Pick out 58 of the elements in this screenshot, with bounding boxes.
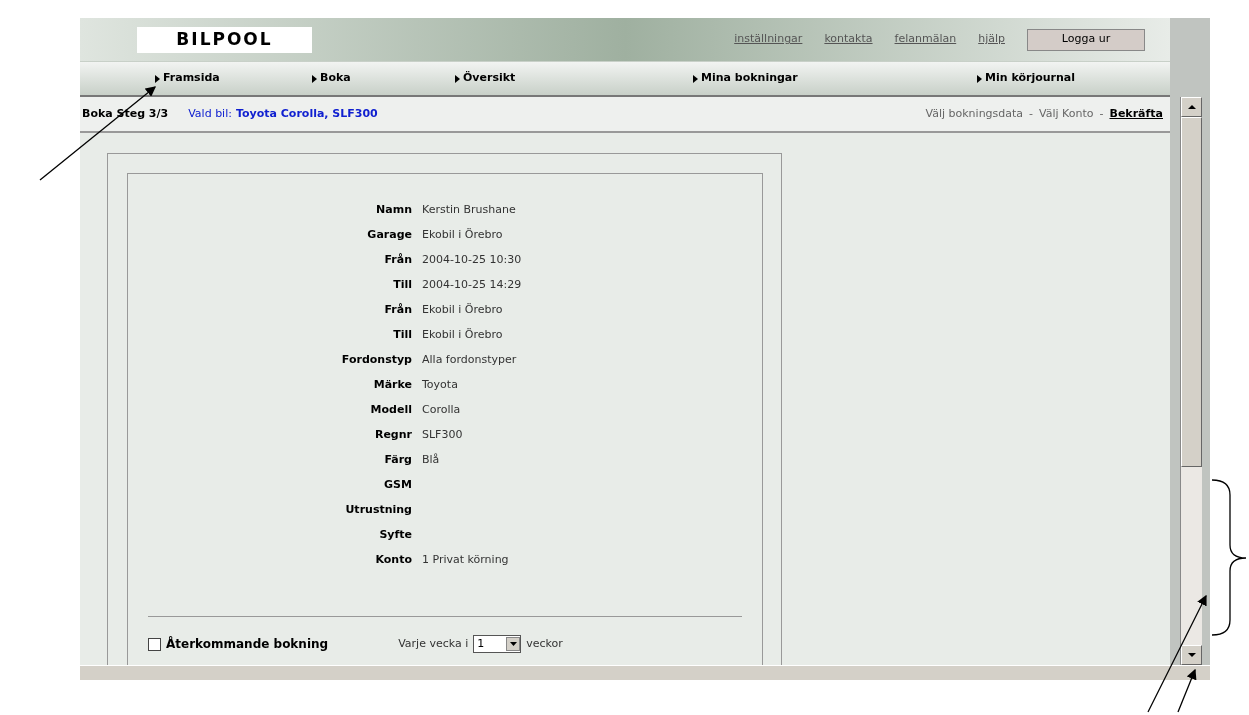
field-label: Märke [372,377,412,393]
field-value: Kerstin Brushane [422,202,516,218]
field-label: Färg [383,452,412,468]
field-label: Regnr [373,427,412,443]
field-value: Toyota [422,377,458,393]
checkbox[interactable] [148,637,161,651]
weeks-select[interactable]: 1 [473,635,522,653]
header-link[interactable]: kontakta [824,31,873,48]
field-value: SLF300 [422,427,463,443]
nav-link[interactable]: Boka [312,70,351,87]
checkbox-label: Återkommande bokning [166,635,329,653]
field-label: Konto [374,552,412,568]
nav-link[interactable]: Framsida [155,70,220,87]
triangle-icon [155,74,160,83]
field-value: Corolla [422,402,461,418]
up-arrow-icon [1187,105,1196,109]
field-value: Blå [422,452,440,468]
field-label: Garage [366,227,412,243]
header-link[interactable]: felanmälan [894,31,957,48]
nav-link[interactable]: Min körjournal [977,70,1075,87]
header-link[interactable]: inställningar [734,31,803,48]
selected-car: Toyota Corolla, SLF300 [235,105,378,122]
scroll-down-button[interactable] [1181,645,1202,665]
down-arrow-icon [1187,653,1196,657]
scroll-up-button[interactable] [1181,97,1202,117]
field-value: 2004-10-25 14:29 [422,277,522,293]
nav-link[interactable]: Mina bokningar [693,70,798,87]
field-label: Syfte [378,527,412,543]
triangle-icon [977,74,982,83]
field-value: Ekobil i Örebro [422,227,503,243]
triangle-icon [693,74,698,83]
field-label: Namn [375,202,412,218]
triangle-icon [312,74,317,83]
field-label: Fordonstyp [340,352,412,368]
field-value: 1 Privat körning [422,552,509,568]
header-link[interactable]: hjälp [978,31,1005,48]
scroll-thumb[interactable] [1181,117,1202,467]
field-label: Utrustning [344,502,412,518]
triangle-icon [455,74,460,83]
field-label: Från [383,252,412,268]
car-label: Vald bil: [188,105,232,122]
weeks-label: veckor [526,635,563,652]
field-label: Till [392,277,412,293]
field-value: 2004-10-25 10:30 [422,252,522,268]
repeat-label: Varje vecka i [398,635,469,652]
field-label: Till [392,327,412,343]
field-value: Ekobil i Örebro [422,302,503,318]
nav-link[interactable]: Översikt [455,70,516,87]
field-label: Från [383,302,412,318]
field-value: Ekobil i Örebro [422,327,503,343]
step-separator: - [1099,105,1104,122]
field-value: Alla fordonstyper [422,352,517,368]
field-label: GSM [383,477,412,493]
logo: BILPOOL [137,26,312,53]
scrollbar[interactable] [1180,97,1202,665]
logout-button[interactable]: Logga ur [1027,28,1145,51]
step-separator: - [1029,105,1034,122]
field-label: Modell [369,402,412,418]
